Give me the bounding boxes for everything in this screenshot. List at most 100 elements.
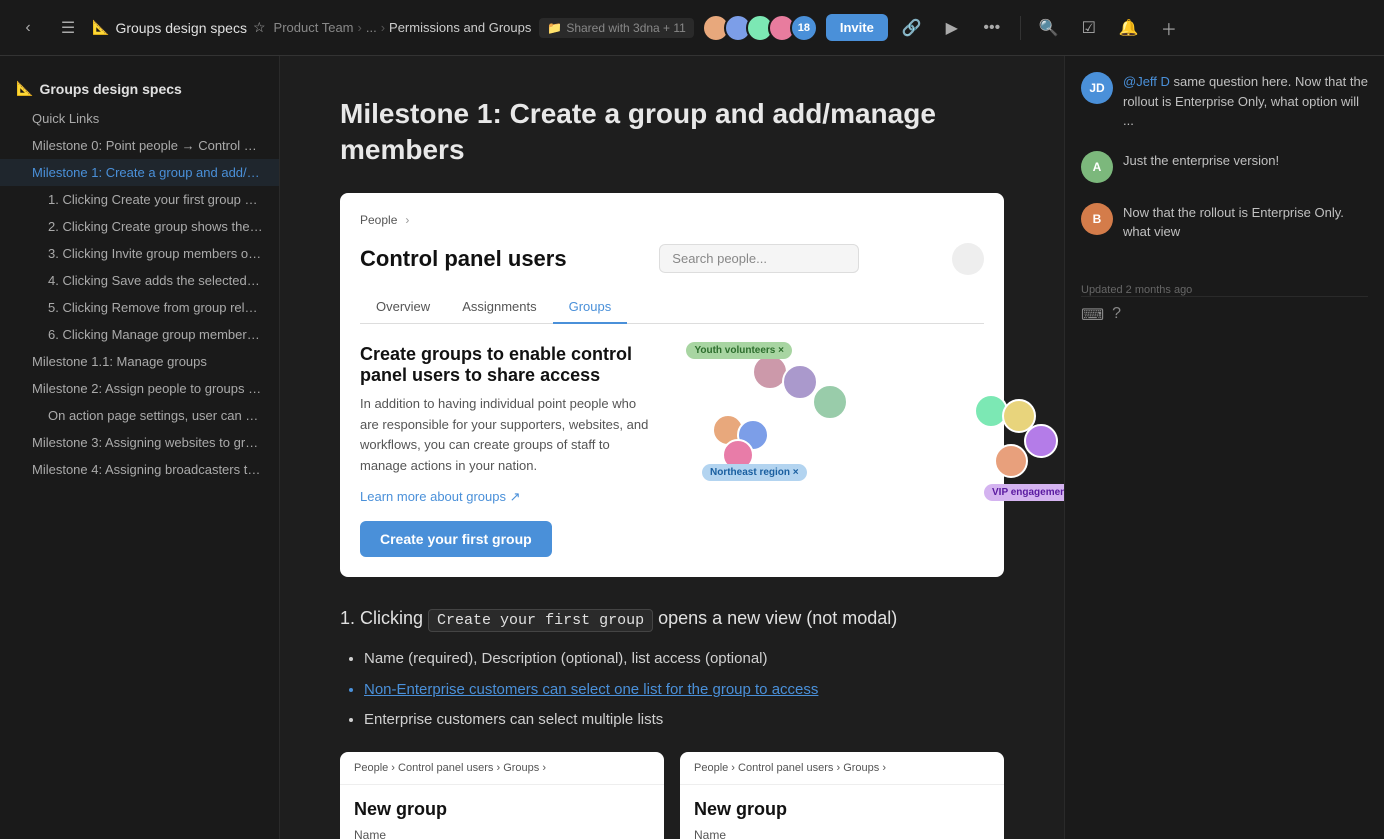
- topbar-left: ‹ ☰ 📐 Groups design specs ☆ Product Team…: [12, 12, 694, 44]
- sidebar-doc-icon: 📐: [16, 80, 33, 97]
- mockup-tab-assignments[interactable]: Assignments: [446, 291, 552, 323]
- screenshot-left: People › Control panel users › Groups › …: [340, 752, 664, 839]
- comment-3-text: Now that the rollout is Enterprise Only.…: [1123, 203, 1368, 242]
- content-area: Milestone 1: Create a group and add/mana…: [280, 56, 1064, 839]
- bullet-3: Enterprise customers can select multiple…: [364, 709, 1004, 732]
- breadcrumb: Product Team › ... › Permissions and Gro…: [274, 20, 532, 35]
- avatars: 18: [702, 14, 818, 42]
- sidebar-item-quick-links[interactable]: Quick Links: [0, 105, 279, 132]
- mockup-search-input[interactable]: Search people...: [659, 244, 859, 273]
- spacer: [1081, 262, 1368, 278]
- star-icon[interactable]: ☆: [253, 19, 266, 36]
- comment-2-text: Just the enterprise version!: [1123, 151, 1368, 171]
- milestone-title: Milestone 1: Create a group and add/mana…: [340, 96, 1004, 169]
- bullet-1: Name (required), Description (optional),…: [364, 648, 1004, 671]
- screenshots-row: People › Control panel users › Groups › …: [340, 752, 1004, 839]
- shared-badge[interactable]: 📁 Shared with 3dna + 11: [539, 18, 693, 38]
- mockup-page-title: Control panel users: [360, 246, 567, 272]
- mockup-header: Control panel users Search people...: [360, 243, 984, 275]
- comment-2-body: Just the enterprise version!: [1123, 151, 1368, 183]
- sm-left-name-label: Name: [354, 828, 650, 839]
- comment-1-avatar: JD: [1081, 72, 1113, 104]
- mockup-tabs: Overview Assignments Groups: [360, 291, 984, 324]
- sm-left-nav: People › Control panel users › Groups ›: [340, 752, 664, 785]
- sidebar-item-2-1[interactable]: On action page settings, user can add pe…: [0, 402, 279, 429]
- breadcrumb-ellipsis[interactable]: ...: [366, 20, 377, 35]
- mockup-tab-overview[interactable]: Overview: [360, 291, 446, 323]
- mockup-groups-desc: In addition to having individual point p…: [360, 394, 652, 477]
- sidebar-item-milestone2[interactable]: Milestone 2: Assign people to groups thr…: [0, 375, 279, 402]
- mockup-content: Create groups to enable control panel us…: [360, 344, 984, 557]
- doc-title-text: Groups design specs: [115, 20, 247, 36]
- comment-1-mention: @Jeff D: [1123, 74, 1170, 89]
- sidebar-item-milestone1-1[interactable]: Milestone 1.1: Manage groups: [0, 348, 279, 375]
- keyboard-icon[interactable]: ⌨: [1081, 305, 1104, 325]
- topbar-right: 18 Invite 🔗 ▶ ••• 🔍 ☑ 🔔 ＋: [702, 12, 1185, 44]
- sm-right-title: New group: [680, 785, 1004, 828]
- sm-right-name-label: Name: [694, 828, 990, 839]
- screenshot-right: People › Control panel users › Groups › …: [680, 752, 1004, 839]
- updated-meta: Updated 2 months ago: [1081, 284, 1368, 296]
- mockup-learn-more-link[interactable]: Learn more about groups ↗: [360, 489, 652, 505]
- mockup-nav-people: People: [360, 213, 397, 227]
- create-group-code: Create your first group: [428, 609, 653, 632]
- sidebar: 📐 Groups design specs Quick Links Milest…: [0, 56, 280, 839]
- sidebar-item-milestone0[interactable]: Milestone 0: Point people → Control pane…: [0, 132, 279, 159]
- comment-1: JD @Jeff D same question here. Now that …: [1081, 72, 1368, 131]
- breadcrumb-product-team[interactable]: Product Team: [274, 20, 354, 35]
- sm-right-body: Name California Description: [680, 828, 1004, 839]
- topbar: ‹ ☰ 📐 Groups design specs ☆ Product Team…: [0, 0, 1384, 56]
- help-icon[interactable]: ?: [1112, 305, 1121, 325]
- sm-left-body: Name California Description: [340, 828, 664, 839]
- comment-2: A Just the enterprise version!: [1081, 151, 1368, 183]
- section-prefix: 1. Clicking: [340, 608, 423, 628]
- doc-title-header: 📐 Groups design specs ☆: [92, 19, 266, 36]
- section-suffix: opens a new view (not modal): [658, 608, 897, 628]
- comment-2-avatar: A: [1081, 151, 1113, 183]
- sidebar-item-milestone4[interactable]: Milestone 4: Assigning broadcasters to g…: [0, 456, 279, 483]
- sm-left-title: New group: [340, 785, 664, 828]
- shared-label: Shared with 3dna + 11: [566, 21, 686, 35]
- right-panel: JD @Jeff D same question here. Now that …: [1064, 56, 1384, 839]
- section-1-heading: 1. Clicking Create your first group open…: [340, 605, 1004, 633]
- checklist-icon[interactable]: ☑: [1073, 12, 1105, 44]
- bullet-2: Non-Enterprise customers can select one …: [364, 679, 1004, 702]
- mockup-nav: People ›: [360, 213, 984, 227]
- link-icon[interactable]: 🔗: [896, 12, 928, 44]
- sm-right-nav: People › Control panel users › Groups ›: [680, 752, 1004, 785]
- invite-button[interactable]: Invite: [826, 14, 888, 41]
- sidebar-doc-title: 📐 Groups design specs: [0, 72, 279, 105]
- sidebar-item-1-3[interactable]: 3. Clicking Invite group members opens .…: [0, 240, 279, 267]
- bell-icon[interactable]: 🔔: [1113, 12, 1145, 44]
- sidebar-item-1-1[interactable]: 1. Clicking Create your first group open…: [0, 186, 279, 213]
- avatar-count: 18: [790, 14, 818, 42]
- more-options-icon[interactable]: •••: [976, 12, 1008, 44]
- present-icon[interactable]: ▶: [936, 12, 968, 44]
- sidebar-item-1-2[interactable]: 2. Clicking Create group shows the new .…: [0, 213, 279, 240]
- sidebar-doc-title-text: Groups design specs: [39, 81, 181, 97]
- mockup-tab-groups[interactable]: Groups: [553, 291, 628, 324]
- create-first-group-button[interactable]: Create your first group: [360, 521, 552, 557]
- doc-icon: 📐: [92, 19, 109, 36]
- breadcrumb-current: Permissions and Groups: [389, 20, 531, 35]
- sidebar-item-milestone3[interactable]: Milestone 3: Assigning websites to group…: [0, 429, 279, 456]
- sidebar-item-1-4[interactable]: 4. Clicking Save adds the selected CPUs …: [0, 267, 279, 294]
- add-icon[interactable]: ＋: [1153, 12, 1185, 44]
- breadcrumb-sep1: ›: [358, 20, 362, 35]
- main-layout: 📐 Groups design specs Quick Links Milest…: [0, 56, 1384, 839]
- footer-icons: ⌨ ?: [1081, 305, 1121, 325]
- sidebar-item-1-6[interactable]: 6. Clicking Manage group members open...: [0, 321, 279, 348]
- comment-3-body: Now that the rollout is Enterprise Only.…: [1123, 203, 1368, 242]
- mockup-text-area: Create groups to enable control panel us…: [360, 344, 652, 557]
- shared-folder-icon: 📁: [547, 21, 562, 35]
- comment-3: B Now that the rollout is Enterprise Onl…: [1081, 203, 1368, 242]
- sidebar-item-1-5[interactable]: 5. Clicking Remove from group reloads t.…: [0, 294, 279, 321]
- comment-1-text: @Jeff D same question here. Now that the…: [1123, 72, 1368, 131]
- sidebar-toggle[interactable]: ☰: [52, 12, 84, 44]
- back-button[interactable]: ‹: [12, 12, 44, 44]
- control-panel-mockup: People › Control panel users Search peop…: [340, 193, 1004, 577]
- bullet-list: Name (required), Description (optional),…: [364, 648, 1004, 732]
- sidebar-item-milestone1[interactable]: Milestone 1: Create a group and add/mana…: [0, 159, 279, 186]
- search-icon[interactable]: 🔍: [1033, 12, 1065, 44]
- divider: [1020, 16, 1021, 40]
